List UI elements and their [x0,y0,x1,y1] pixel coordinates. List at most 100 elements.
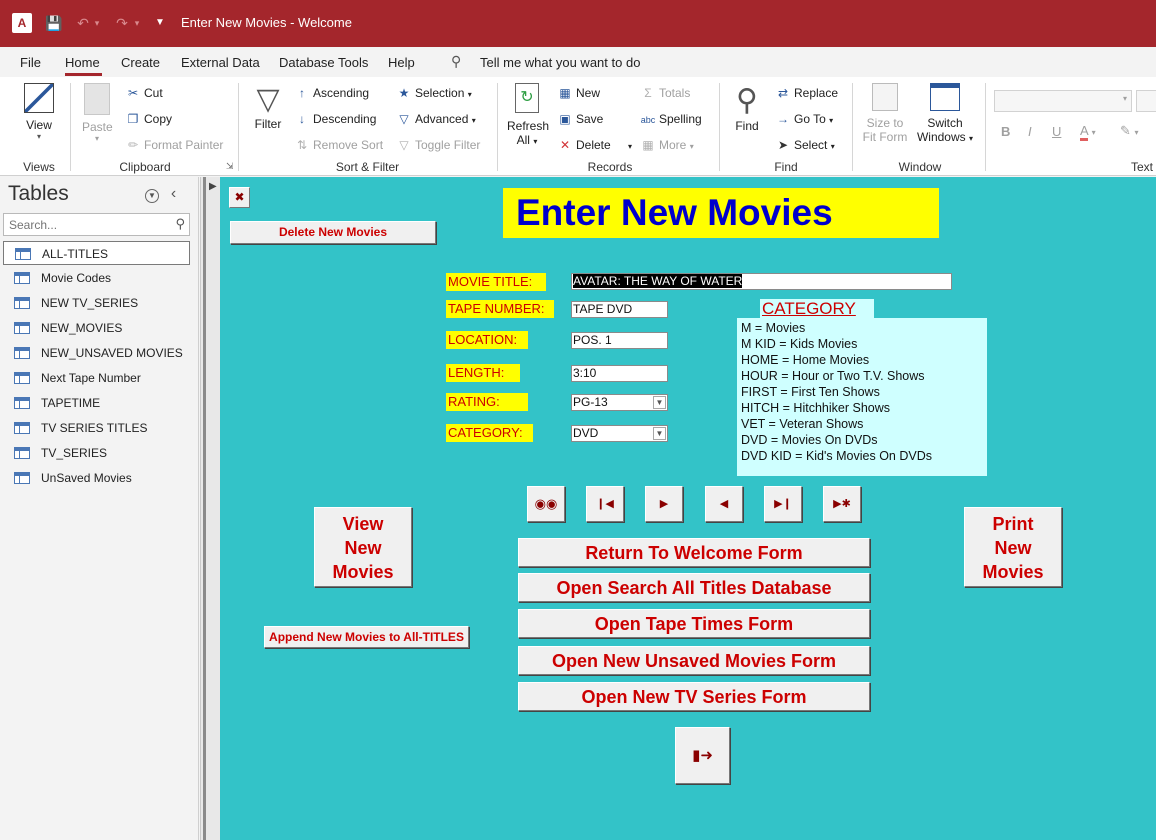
menu-external-data[interactable]: External Data [181,55,260,70]
nav-item-new-unsaved-movies[interactable]: NEW_UNSAVED MOVIES [3,341,190,365]
find-record-button[interactable]: ◉◉ [527,486,565,522]
selection-button[interactable]: ★ Selection ▾ [396,86,472,100]
last-record-button[interactable]: ▶❙ [764,486,802,522]
menu-database-tools[interactable]: Database Tools [279,55,368,70]
bold-button[interactable]: B [1001,124,1010,139]
font-color-button[interactable]: A ▾ [1080,123,1096,141]
separator [719,83,720,171]
table-icon [14,397,30,409]
record-selector-bar[interactable]: ▶ [200,177,220,840]
chevron-down-icon[interactable]: ▾ [92,12,102,34]
more-button[interactable]: ▦ More ▾ [640,138,693,152]
save-record-button[interactable]: ▣ Save [557,112,603,126]
nav-search-input[interactable] [4,214,164,235]
descending-button[interactable]: ↓ Descending [294,112,376,126]
totals-button[interactable]: Σ Totals [640,86,690,100]
category-legend-line: DVD KID = Kid's Movies On DVDs [741,449,932,463]
nav-menu-dropdown-icon[interactable]: ▼ [145,189,159,203]
customize-toolbar-icon[interactable]: ▼ [152,12,168,34]
new-record-button[interactable]: ▶✱ [823,486,861,522]
filter-button[interactable]: ▽ Filter [252,83,284,131]
first-record-button[interactable]: ❙◀ [586,486,624,522]
font-size-select[interactable] [1136,90,1156,112]
goto-button[interactable]: → Go To ▾ [775,112,833,126]
location-field[interactable]: POS. 1 [571,332,668,349]
nav-item-movie-codes[interactable]: Movie Codes [3,266,190,290]
find-button[interactable]: ⚲ Find [731,83,763,133]
search-icon[interactable]: ⚲ [175,216,185,232]
close-form-icon[interactable]: ✖ [229,187,250,208]
more-grid-icon: ▦ [642,138,654,152]
cut-button[interactable]: ✂ Cut [125,86,163,100]
advanced-button[interactable]: ▽ Advanced ▾ [396,112,475,126]
splitter-bar[interactable] [203,177,206,840]
delete-new-movies-button[interactable]: Delete New Movies [230,221,436,244]
nav-pane-title[interactable]: Tables [8,182,69,206]
undo-icon[interactable]: ↶ [73,12,93,34]
nav-item-unsaved-movies[interactable]: UnSaved Movies [3,466,190,490]
category-legend-line: HITCH = Hitchhiker Shows [741,401,890,415]
rating-select[interactable]: PG-13 ▼ [571,394,668,411]
copy-button[interactable]: ❐ Copy [125,112,172,126]
refresh-all-button[interactable]: ↻ Refresh All ▾ [507,83,549,147]
category-select[interactable]: DVD ▼ [571,425,668,442]
format-painter-button[interactable]: ✏ Format Painter [125,138,223,152]
view-button[interactable]: View ▾ [24,83,54,143]
nav-item-all-titles[interactable]: ALL-TITLES [3,241,190,265]
chevron-down-icon: ▾ [36,132,41,141]
spelling-button[interactable]: abc Spelling [640,112,702,126]
menu-home[interactable]: Home [65,55,100,70]
group-views: Views [23,160,55,174]
highlight-icon[interactable]: ✎ ▾ [1120,123,1139,139]
toggle-filter-button[interactable]: ▽ Toggle Filter [396,138,480,152]
save-icon[interactable]: 💾 [44,12,64,34]
chevron-down-icon[interactable]: ▼ [653,427,666,440]
redo-icon[interactable]: ↷ [112,12,132,34]
collapse-pane-icon[interactable]: ‹ [171,185,176,202]
switch-windows-button[interactable]: Switch Windows ▾ [914,83,976,144]
select-button[interactable]: ➤ Select ▾ [775,138,835,152]
next-record-button[interactable]: ▶ [645,486,683,522]
open-new-tv-series-form-button[interactable]: Open New TV Series Form [518,682,870,711]
font-name-select[interactable]: ▾ [994,90,1132,112]
nav-item-new-movies[interactable]: NEW_MOVIES [3,316,190,340]
active-tab-indicator [65,73,102,76]
access-icon[interactable]: A [12,13,32,33]
movie-title-field[interactable]: AVATAR: THE WAY OF WATER [571,273,952,290]
length-field[interactable]: 3:10 [571,365,668,382]
italic-button[interactable]: I [1028,124,1032,139]
open-search-all-titles-button[interactable]: Open Search All Titles Database [518,573,870,602]
previous-record-button[interactable]: ◀ [705,486,743,522]
scissors-icon: ✂ [127,86,139,100]
chevron-down-icon[interactable]: ▾ [132,12,142,34]
nav-item-tv-series-titles[interactable]: TV SERIES TITLES [3,416,190,440]
replace-button[interactable]: ⇄ Replace [775,86,838,100]
menu-file[interactable]: File [20,55,41,70]
tell-me-box[interactable]: Tell me what you want to do [480,55,640,70]
remove-sort-button[interactable]: ⇅ Remove Sort [294,138,383,152]
append-new-movies-button[interactable]: Append New Movies to All-TITLES [264,626,469,648]
nav-item-tv-series[interactable]: TV_SERIES [3,441,190,465]
open-new-unsaved-movies-button[interactable]: Open New Unsaved Movies Form [518,646,870,675]
dialog-launcher-icon[interactable]: ⇲ [226,161,234,172]
nav-item-new-tv-series[interactable]: NEW TV_SERIES [3,291,190,315]
size-to-fit-button[interactable]: Size to Fit Form [862,83,908,144]
return-to-welcome-form-button[interactable]: Return To Welcome Form [518,538,870,567]
ascending-button[interactable]: ↑ Ascending [294,86,369,100]
chevron-down-icon[interactable]: ▼ [653,396,666,409]
nav-item-next-tape-number[interactable]: Next Tape Number [3,366,190,390]
menu-create[interactable]: Create [121,55,160,70]
exit-button[interactable]: ▮➜ [675,727,730,784]
menu-help[interactable]: Help [388,55,415,70]
open-tape-times-form-button[interactable]: Open Tape Times Form [518,609,870,638]
new-record-button[interactable]: ▦ New [557,86,600,100]
tape-number-field[interactable]: TAPE DVD [571,301,668,318]
nav-item-tapetime[interactable]: TAPETIME [3,391,190,415]
view-new-movies-button[interactable]: View New Movies [314,507,412,587]
underline-button[interactable]: U [1052,124,1061,139]
form-header: Enter New Movies [503,188,939,238]
paste-button[interactable]: Paste ▾ [82,83,113,143]
delete-record-button[interactable]: ✕ Delete ▾ [557,138,632,152]
lightbulb-search-icon[interactable]: ⚲ [451,53,461,70]
print-new-movies-button[interactable]: Print New Movies [964,507,1062,587]
